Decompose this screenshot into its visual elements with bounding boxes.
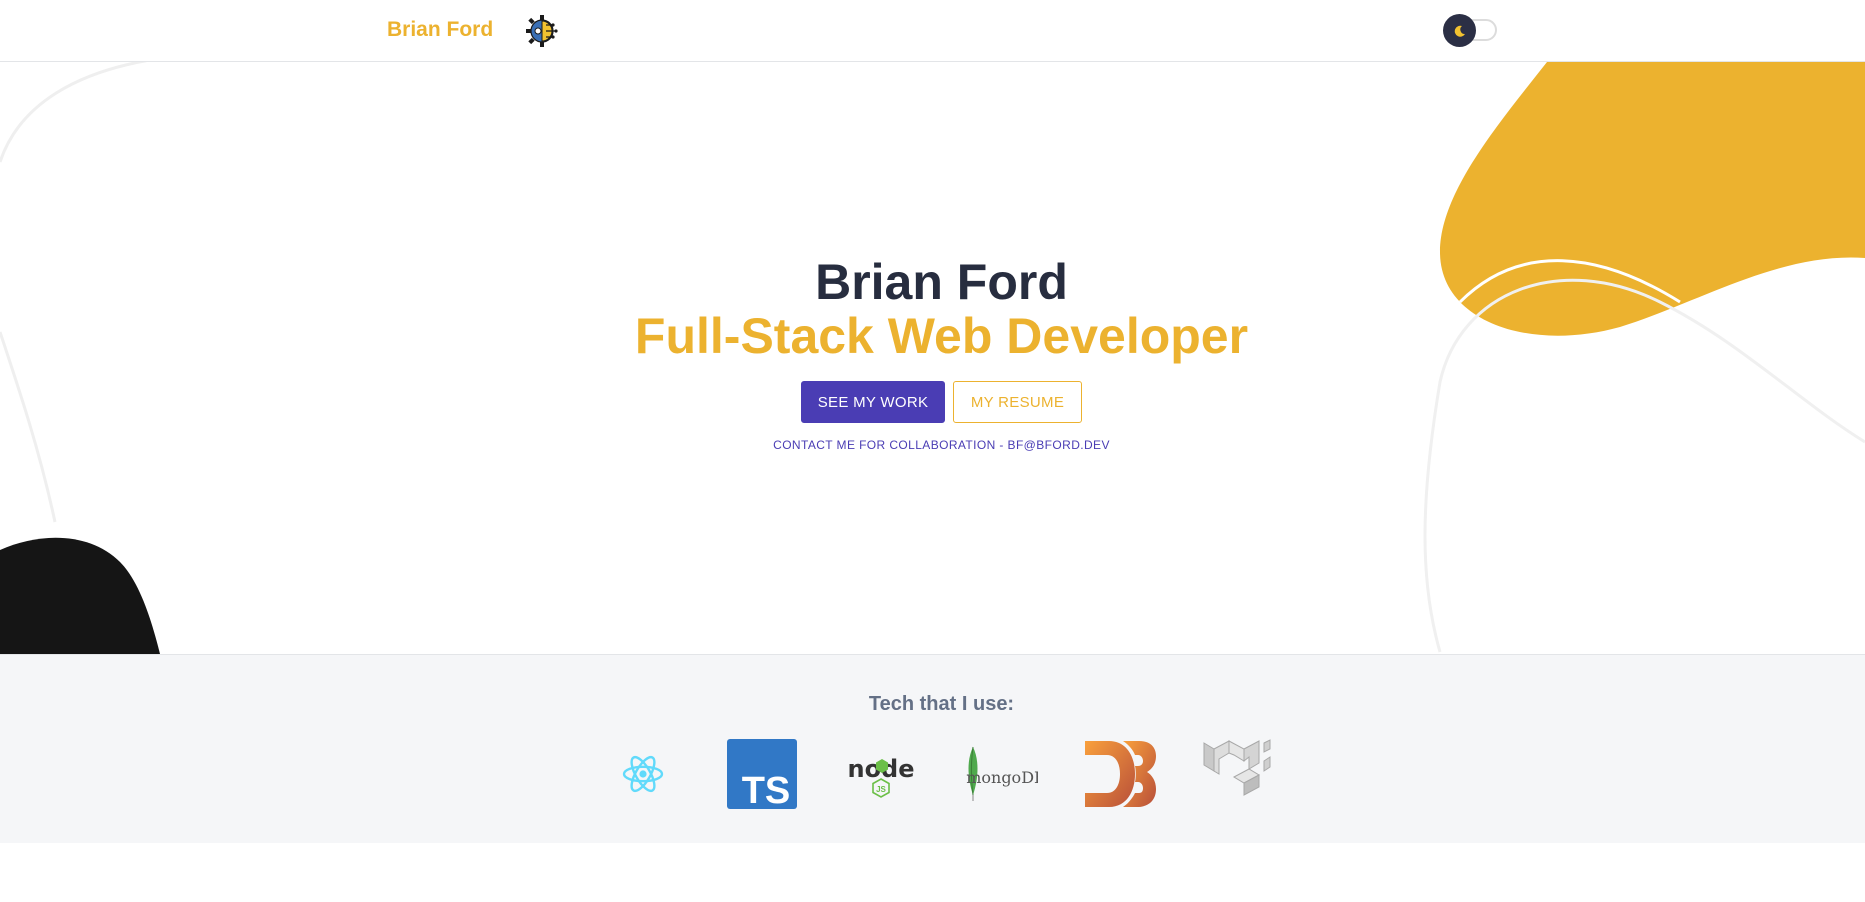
hero-section: Brian Ford Full-Stack Web Developer SEE …: [0, 62, 1865, 654]
contact-email-link[interactable]: CONTACT ME FOR COLLABORATION - BF@BFORD.…: [0, 438, 1865, 452]
nodejs-logo-sub: JS: [876, 785, 886, 794]
typescript-logo-icon: TS: [725, 737, 799, 812]
moon-icon: [1443, 14, 1476, 47]
d3-logo-icon: [1083, 737, 1157, 811]
theme-toggle[interactable]: [1443, 14, 1497, 47]
gear-circuit-icon[interactable]: [524, 13, 560, 49]
material-ui-logo-icon: [1202, 737, 1276, 811]
see-my-work-button[interactable]: SEE MY WORK: [801, 381, 945, 423]
hero-role: Full-Stack Web Developer: [634, 308, 1249, 364]
hero-name: Brian Ford: [815, 254, 1068, 310]
my-resume-button[interactable]: MY RESUME: [953, 381, 1082, 423]
mongodb-logo-icon: mongoDB: [964, 737, 1046, 811]
mongodb-logo-text: mongoDB: [966, 768, 1038, 787]
react-logo-icon: [606, 737, 680, 811]
brand-link[interactable]: Brian Ford: [387, 18, 493, 42]
tech-section: Tech that I use: TS node JS: [0, 654, 1865, 843]
typescript-logo-text: TS: [742, 770, 791, 811]
tech-section-title: Tech that I use:: [868, 693, 1015, 715]
nodejs-logo-icon: node JS: [844, 737, 918, 811]
site-header: Brian Ford: [0, 0, 1865, 62]
